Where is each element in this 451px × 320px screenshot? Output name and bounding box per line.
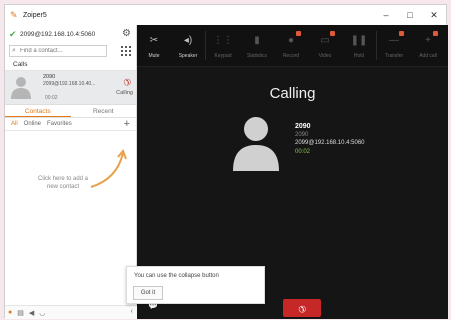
add-contact-icon[interactable]: + <box>124 118 130 130</box>
transfer-badge <box>399 31 404 36</box>
record-badge <box>296 31 301 36</box>
minimize-button[interactable]: – <box>374 5 398 25</box>
call-toolbar: ✂ Mute ◂) Speaker ⋮⋮ Keypad ▮ Statistics… <box>137 25 448 67</box>
tooltip-text: You can use the collapse button <box>134 273 219 279</box>
collapse-tooltip: You can use the collapse button Got it <box>126 266 265 304</box>
transfer-button[interactable]: — Transfer <box>377 25 411 66</box>
call-item-name: 2090 <box>43 74 56 80</box>
zoiper-logo-icon: ✎ <box>10 10 18 20</box>
callee-name: 2090 <box>295 123 311 130</box>
callee-avatar-icon <box>233 117 279 171</box>
hold-button[interactable]: ❚❚ Hold <box>342 25 376 66</box>
app-title: Zoiper5 <box>23 11 47 19</box>
add-call-label: Add call <box>419 53 437 59</box>
search-icon: ⌕ <box>12 47 16 54</box>
active-call-item[interactable]: 2090 2099@192.168.10.40... 00:02 ✆ Calli… <box>5 71 136 105</box>
collapse-icon[interactable]: ‹ <box>131 308 133 315</box>
tab-recent[interactable]: Recent <box>71 105 137 117</box>
headset-icon[interactable]: ◡ <box>39 309 45 317</box>
record-button[interactable]: ● Record <box>274 25 308 66</box>
call-state-title: Calling <box>269 85 316 102</box>
title-bar: ✎ Zoiper5 – □ ✕ <box>5 5 446 25</box>
account-row[interactable]: ✔ 2099@192.168.10.4:5060 ⚙ <box>5 25 136 43</box>
subtab-online[interactable]: Online <box>24 121 41 127</box>
stats-icon: ▮ <box>254 35 260 46</box>
contact-avatar-icon <box>11 77 31 99</box>
search-box[interactable]: ⌕ <box>9 45 107 57</box>
call-item-time: 00:02 <box>45 95 58 101</box>
call-timer: 00:02 <box>295 149 311 155</box>
video-icon: ▭ <box>320 35 330 46</box>
callee-address: 2099@192.168.10.4:5060 <box>295 140 365 146</box>
zoiper-window: ✎ Zoiper5 – □ ✕ ✔ 2099@192.168.10.4:5060… <box>4 4 448 319</box>
video-label: Video <box>318 53 332 59</box>
add-call-badge <box>433 31 438 36</box>
statistics-button[interactable]: ▮ Statistics <box>240 25 274 66</box>
contact-tabs: Contacts Recent <box>5 105 136 118</box>
curved-arrow-icon <box>90 149 127 188</box>
gear-icon[interactable]: ⚙ <box>122 29 132 39</box>
keypad-button[interactable]: ⋮⋮ Keypad <box>206 25 240 66</box>
callee-details: 2090 2090 2099@192.168.10.4:5060 00:02 <box>295 123 365 155</box>
zoiper-status-icon[interactable]: ● <box>8 309 12 316</box>
speaker-label: Speaker <box>178 53 198 59</box>
messages-icon[interactable]: ▤ <box>17 309 24 317</box>
mic-off-icon: ✂ <box>149 35 159 46</box>
call-item-address: 2099@192.168.10.40... <box>43 81 96 87</box>
add-call-icon: + <box>425 35 431 46</box>
hangup-phone-icon: ✆ <box>296 302 309 315</box>
left-panel: ✔ 2099@192.168.10.4:5060 ⚙ ⌕ Calls 2090 … <box>5 25 137 319</box>
mute-button[interactable]: ✂ Mute <box>137 25 171 66</box>
hangup-button[interactable]: ✆ <box>283 299 321 317</box>
statistics-label: Statistics <box>246 53 267 59</box>
pause-icon: ❚❚ <box>350 35 368 46</box>
got-it-button[interactable]: Got it <box>133 286 163 300</box>
add-contact-hint[interactable]: Click here to add a new contact <box>35 175 91 191</box>
calls-header: Calls <box>5 59 136 71</box>
hangup-phone-icon[interactable]: ✆ <box>121 75 133 88</box>
volume-icon[interactable]: ◀︎ <box>29 309 34 317</box>
record-icon: ● <box>287 35 295 46</box>
account-address: 2099@192.168.10.4:5060 <box>20 30 96 38</box>
tab-contacts[interactable]: Contacts <box>5 105 71 117</box>
maximize-button[interactable]: □ <box>398 5 422 25</box>
contact-filter-tabs: All Online Favorites + <box>5 118 136 131</box>
callee-number: 2090 <box>295 132 309 138</box>
search-input[interactable] <box>20 48 104 54</box>
subtab-all[interactable]: All <box>11 121 18 127</box>
video-badge <box>330 31 335 36</box>
check-icon: ✔ <box>9 28 17 39</box>
close-button[interactable]: ✕ <box>422 5 446 25</box>
keypad-label: Keypad <box>214 53 232 59</box>
speaker-icon: ◂) <box>183 35 193 46</box>
call-item-status: Calling <box>116 90 133 96</box>
dialpad-icon[interactable] <box>121 46 131 56</box>
transfer-label: Transfer <box>384 53 404 59</box>
record-label: Record <box>282 53 300 59</box>
hold-label: Hold <box>353 53 365 59</box>
mute-label: Mute <box>148 53 160 59</box>
keypad-icon: ⋮⋮ <box>213 35 233 46</box>
window-controls: – □ ✕ <box>374 5 446 25</box>
bottom-bar: ● ▤ ◀︎ ◡ ‹ <box>5 305 137 319</box>
subtab-favorites[interactable]: Favorites <box>47 121 72 127</box>
transfer-icon: — <box>389 35 399 46</box>
video-button[interactable]: ▭ Video <box>308 25 342 66</box>
search-row: ⌕ <box>5 43 136 59</box>
speaker-button[interactable]: ◂) Speaker <box>171 25 205 66</box>
add-call-button[interactable]: + Add call <box>411 25 445 66</box>
